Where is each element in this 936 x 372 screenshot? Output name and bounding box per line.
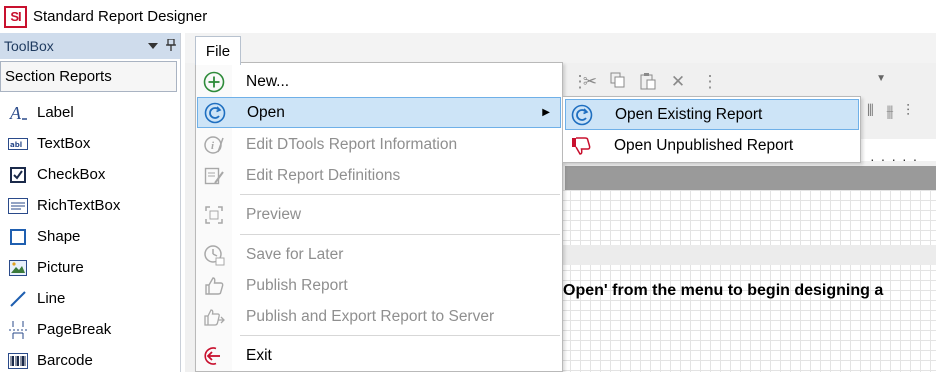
- ruler-ticks: ·····: [870, 151, 924, 167]
- menu-item-save-for-later[interactable]: Save for Later: [197, 239, 561, 270]
- menu-item-edit-report-definitions[interactable]: Edit Report Definitions: [197, 160, 561, 191]
- menu-item-publish-report-label: Publish Report: [246, 276, 348, 294]
- align-middle-icon[interactable]: ⫵: [886, 103, 897, 120]
- menu-item-edit-dtools-info-label: Edit DTools Report Information: [246, 135, 458, 153]
- tool-item-checkbox-text: CheckBox: [37, 166, 106, 183]
- window-title: Standard Report Designer: [33, 8, 208, 25]
- combo-dropdown-icon: ▼: [876, 73, 886, 84]
- open-icon: [198, 97, 232, 128]
- copy-icon[interactable]: [608, 72, 628, 92]
- tool-item-line-text: Line: [37, 290, 66, 307]
- delete-icon[interactable]: ✕: [668, 72, 688, 92]
- menu-separator-3: [240, 335, 560, 336]
- thumbs-up-icon: [197, 270, 231, 301]
- tool-item-label-text: Label: [37, 104, 74, 121]
- menu-item-publish-export-label: Publish and Export Report to Server: [246, 307, 495, 325]
- pagebreak-icon: [7, 320, 29, 340]
- picture-icon: [7, 258, 29, 278]
- tool-item-picture-text: Picture: [37, 259, 84, 276]
- section-header-band: [565, 166, 936, 190]
- align-right-icon[interactable]: ⫶: [906, 103, 914, 120]
- info-icon: i: [197, 129, 231, 160]
- menu-item-preview[interactable]: Preview: [197, 199, 561, 230]
- checkbox-icon: [7, 165, 29, 185]
- menu-item-save-for-later-label: Save for Later: [246, 245, 344, 263]
- exit-icon: [197, 340, 231, 371]
- open-submenu: Open Existing Report Open Unpublished Re…: [562, 96, 861, 163]
- new-icon: [197, 66, 231, 97]
- menu-item-exit[interactable]: Exit: [197, 340, 561, 371]
- menu-bar: File: [185, 33, 936, 65]
- tool-item-picture[interactable]: Picture: [0, 252, 180, 283]
- menu-item-publish-report[interactable]: Publish Report: [197, 270, 561, 301]
- paste-icon[interactable]: [638, 72, 658, 92]
- section-reports-group[interactable]: Section Reports: [0, 61, 177, 92]
- tool-item-shape-text: Shape: [37, 228, 81, 245]
- shape-icon: [7, 227, 29, 247]
- toolbox-header: ToolBox: [0, 33, 180, 59]
- preview-icon: [197, 199, 231, 230]
- tool-item-barcode[interactable]: Barcode: [0, 345, 180, 372]
- thumbs-down-icon: [565, 131, 597, 160]
- toolbox-panel: ToolBox Section Reports A Label abl Text…: [0, 33, 181, 372]
- pin-icon[interactable]: [162, 37, 180, 54]
- title-bar: SI Standard Report Designer: [0, 0, 936, 33]
- toolbar-combo[interactable]: ▼: [715, 71, 890, 93]
- svg-text:abl: abl: [10, 141, 22, 149]
- line-icon: [7, 289, 29, 309]
- tool-item-pagebreak-text: PageBreak: [37, 321, 112, 338]
- submenu-item-open-unpublished-label: Open Unpublished Report: [614, 136, 794, 154]
- menu-item-edit-dtools-info[interactable]: i Edit DTools Report Information: [197, 129, 561, 160]
- layout-toolbar-icons: ⫴ ⫵ ⫶: [867, 103, 914, 121]
- label-icon: A: [7, 103, 29, 123]
- menu-separator: [240, 194, 560, 195]
- textbox-icon: abl: [7, 134, 29, 154]
- open-existing-icon: [566, 100, 598, 129]
- tool-item-checkbox[interactable]: CheckBox: [0, 159, 180, 190]
- section-divider: [560, 245, 936, 265]
- submenu-item-open-unpublished[interactable]: Open Unpublished Report: [565, 130, 859, 161]
- tool-list: A Label abl TextBox CheckBox RichTextBox: [0, 97, 180, 372]
- align-center-icon[interactable]: ⫴: [867, 103, 878, 120]
- tool-item-barcode-text: Barcode: [37, 352, 93, 369]
- toolbox-title: ToolBox: [4, 38, 54, 54]
- file-menu-tab[interactable]: File: [195, 36, 241, 65]
- app-logo: SI: [4, 5, 27, 28]
- tool-item-label[interactable]: A Label: [0, 97, 180, 128]
- menu-item-edit-report-definitions-label: Edit Report Definitions: [246, 166, 401, 184]
- tool-item-textbox-text: TextBox: [37, 135, 91, 152]
- menu-item-new-label: New...: [246, 72, 290, 90]
- tool-item-richtextbox-text: RichTextBox: [37, 197, 121, 214]
- submenu-item-open-existing[interactable]: Open Existing Report: [565, 99, 859, 130]
- svg-text:A: A: [9, 104, 22, 122]
- save-later-icon: [197, 239, 231, 270]
- menu-item-preview-label: Preview: [246, 205, 302, 223]
- designer-hint: Open' from the menu to begin designing a: [563, 282, 884, 299]
- edit-icon: [197, 160, 231, 191]
- menu-item-open[interactable]: Open ▶: [197, 97, 561, 128]
- menu-item-open-label: Open: [247, 103, 285, 121]
- submenu-item-open-existing-label: Open Existing Report: [615, 105, 763, 123]
- tool-item-textbox[interactable]: abl TextBox: [0, 128, 180, 159]
- cut-icon[interactable]: ✂: [580, 72, 600, 92]
- tool-item-shape[interactable]: Shape: [0, 221, 180, 252]
- svg-text:i: i: [211, 140, 215, 152]
- barcode-icon: [7, 351, 29, 371]
- tool-item-richtextbox[interactable]: RichTextBox: [0, 190, 180, 221]
- richtextbox-icon: [7, 196, 29, 216]
- chevron-down-icon[interactable]: [144, 40, 162, 52]
- export-icon: [197, 301, 231, 332]
- tool-item-line[interactable]: Line: [0, 283, 180, 314]
- menu-item-exit-label: Exit: [246, 346, 272, 364]
- menu-separator-2: [240, 234, 560, 235]
- design-surface[interactable]: [560, 190, 936, 372]
- file-menu: New... Open ▶ i Edit DTools Report Infor…: [195, 62, 563, 372]
- menu-item-publish-export[interactable]: Publish and Export Report to Server: [197, 301, 561, 332]
- submenu-arrow-icon: ▶: [542, 107, 550, 118]
- tool-item-pagebreak[interactable]: PageBreak: [0, 314, 180, 345]
- menu-item-new[interactable]: New...: [197, 66, 561, 97]
